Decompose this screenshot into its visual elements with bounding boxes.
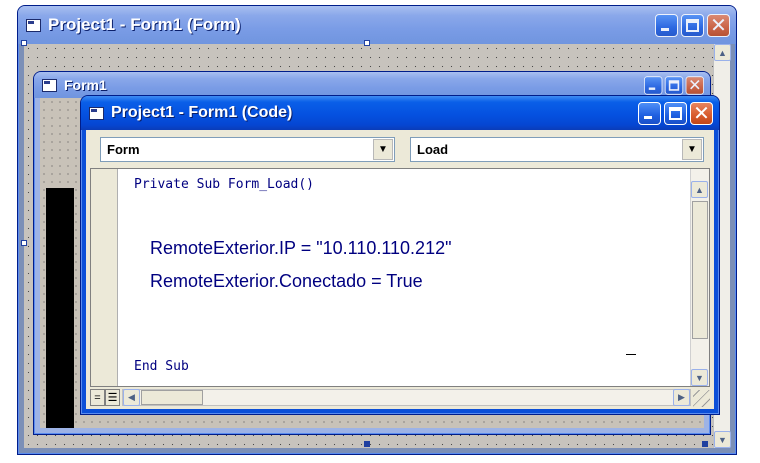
arrow-up-icon: ▲	[718, 47, 727, 58]
procedure-combo-value: Load	[417, 142, 449, 157]
form1-maximize-button[interactable]	[664, 75, 684, 95]
chevron-down-icon: ▼	[687, 144, 697, 155]
resize-handle[interactable]	[21, 40, 27, 46]
text-cursor-mark	[626, 354, 636, 355]
arrow-down-icon: ▼	[695, 372, 704, 383]
resize-handle[interactable]	[702, 441, 708, 447]
maximize-icon	[669, 106, 682, 120]
code-window-icon	[89, 106, 104, 120]
chevron-down-icon: ▼	[378, 144, 388, 155]
code-maximize-button[interactable]	[664, 101, 687, 125]
close-icon: ✕	[710, 12, 727, 37]
scroll-down-button[interactable]: ▼	[714, 431, 731, 448]
object-combo-value: Form	[107, 142, 140, 157]
resize-handle[interactable]	[364, 441, 370, 447]
minimize-icon	[644, 115, 652, 119]
code-titlebar[interactable]: Project1 - Form1 (Code) ✕	[81, 96, 719, 130]
code-window-client: Form ▼ Load ▼ Private Sub Form_Load() Re…	[86, 130, 714, 409]
resize-handle[interactable]	[364, 40, 370, 46]
minimize-icon	[661, 27, 669, 31]
form-designer-icon	[26, 18, 41, 32]
arrow-left-icon: ◀	[128, 392, 135, 402]
code-close-button[interactable]: ✕	[690, 100, 713, 125]
object-combo-dropdown-button[interactable]: ▼	[373, 139, 393, 160]
close-icon: ✕	[688, 75, 702, 95]
editor-bottom-bar: = ☰ ◀ ▶	[90, 388, 710, 407]
designer-title: Project1 - Form1 (Form)	[48, 15, 241, 34]
form-icon	[42, 78, 57, 92]
code-minimize-button[interactable]	[638, 101, 661, 125]
resize-grip-icon[interactable]	[693, 390, 710, 407]
full-module-view-button[interactable]: ☰	[105, 389, 120, 406]
form1-minimize-button[interactable]	[644, 75, 663, 95]
form1-title: Form1	[64, 77, 107, 93]
horizontal-scroll-thumb[interactable]	[141, 390, 203, 405]
vertical-scroll-thumb[interactable]	[692, 201, 708, 339]
designer-close-button[interactable]: ✕	[707, 12, 730, 37]
editor-vertical-scrollbar[interactable]: ▲ ▼	[690, 169, 709, 386]
code-window[interactable]: Project1 - Form1 (Code) ✕ Form ▼ Load ▼ …	[80, 95, 720, 415]
scroll-up-button[interactable]: ▲	[691, 181, 708, 198]
code-line-ip[interactable]: RemoteExterior.IP = "10.110.110.212"	[150, 238, 451, 259]
procedure-view-icon: =	[94, 391, 101, 404]
full-module-view-icon: ☰	[107, 392, 118, 404]
arrow-right-icon: ▶	[678, 392, 685, 402]
scroll-down-button[interactable]: ▼	[691, 369, 708, 386]
scroll-up-button[interactable]: ▲	[714, 44, 731, 61]
scroll-left-button[interactable]: ◀	[123, 389, 140, 406]
close-icon: ✕	[693, 100, 710, 125]
resize-handle[interactable]	[21, 240, 27, 246]
designer-titlebar[interactable]: Project1 - Form1 (Form) ✕	[18, 6, 736, 44]
procedure-view-button[interactable]: =	[90, 389, 105, 406]
designer-maximize-button[interactable]	[681, 13, 704, 37]
procedure-combo-dropdown-button[interactable]: ▼	[682, 139, 702, 160]
maximize-icon	[686, 18, 699, 32]
code-line-conectado[interactable]: RemoteExterior.Conectado = True	[150, 271, 423, 292]
black-control[interactable]	[46, 188, 74, 428]
object-combo[interactable]: Form ▼	[100, 137, 395, 162]
arrow-down-icon: ▼	[718, 434, 727, 445]
code-window-title: Project1 - Form1 (Code)	[111, 104, 293, 121]
form1-close-button[interactable]: ✕	[685, 75, 704, 95]
code-line-sub-end[interactable]: End Sub	[134, 359, 189, 374]
procedure-combo[interactable]: Load ▼	[410, 137, 704, 162]
arrow-up-icon: ▲	[695, 184, 704, 195]
code-editor[interactable]: Private Sub Form_Load() RemoteExterior.I…	[90, 168, 710, 387]
designer-minimize-button[interactable]	[655, 13, 678, 37]
code-line-sub-start[interactable]: Private Sub Form_Load()	[134, 177, 314, 192]
minimize-icon	[648, 87, 656, 90]
maximize-icon	[668, 79, 680, 91]
scroll-right-button[interactable]: ▶	[673, 389, 690, 406]
editor-margin[interactable]	[91, 169, 118, 386]
editor-horizontal-scrollbar[interactable]: ◀ ▶	[122, 389, 691, 406]
